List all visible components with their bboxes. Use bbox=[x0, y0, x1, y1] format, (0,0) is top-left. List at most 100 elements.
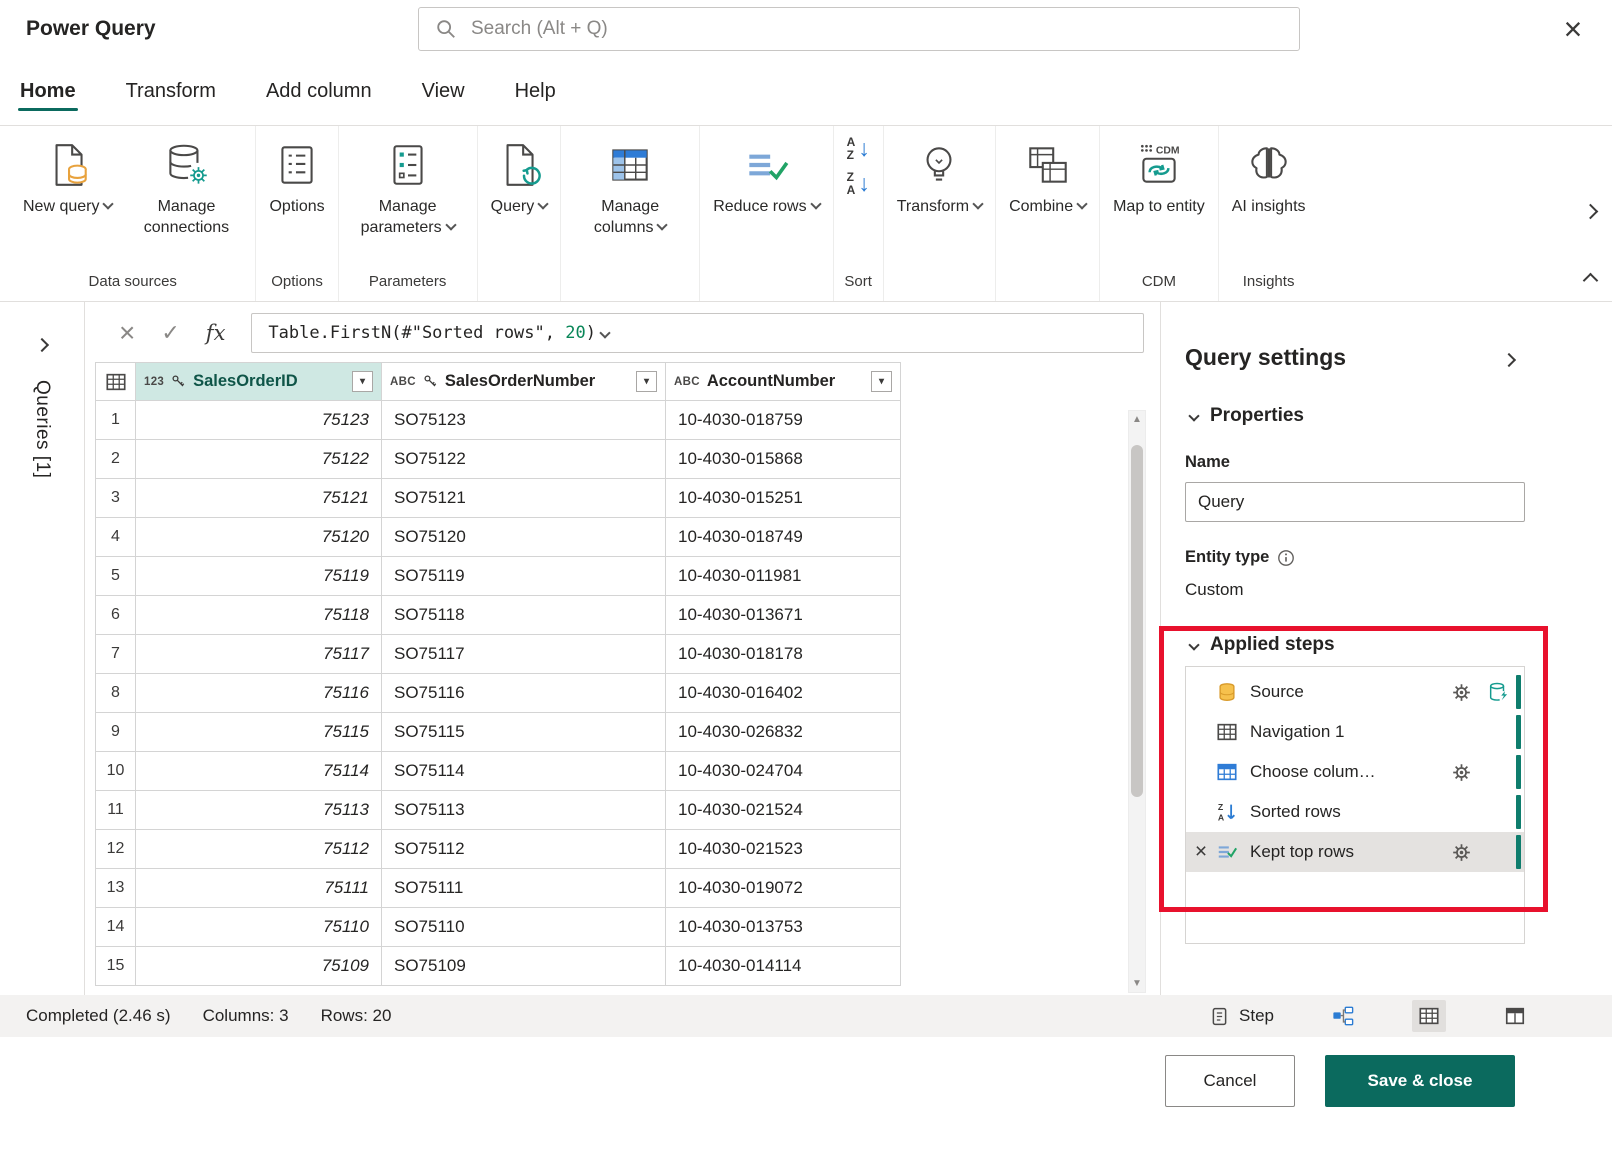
salesorderid-cell[interactable]: 75117 bbox=[136, 635, 382, 674]
salesorderid-cell[interactable]: 75123 bbox=[136, 401, 382, 440]
filter-dropdown-button[interactable]: ▾ bbox=[636, 371, 657, 392]
options-button[interactable]: Options bbox=[260, 134, 333, 224]
salesordernumber-cell[interactable]: SO75122 bbox=[382, 440, 666, 479]
map-to-entity-button[interactable]: Map to entity bbox=[1104, 134, 1214, 224]
info-icon[interactable] bbox=[1277, 549, 1295, 567]
row-number-cell[interactable]: 9 bbox=[96, 713, 136, 752]
scroll-down-arrow[interactable]: ▼ bbox=[1129, 978, 1145, 989]
row-number-cell[interactable]: 11 bbox=[96, 791, 136, 830]
query-button[interactable]: Query bbox=[482, 134, 557, 224]
ribbon-collapse-button[interactable] bbox=[1585, 273, 1596, 291]
accountnumber-cell[interactable]: 10-4030-013671 bbox=[666, 596, 901, 635]
select-all-cell[interactable] bbox=[96, 363, 136, 401]
manage-parameters-button[interactable]: Manage parameters bbox=[343, 134, 473, 245]
filter-dropdown-button[interactable]: ▾ bbox=[871, 371, 892, 392]
formula-expand-chevron[interactable] bbox=[599, 327, 610, 338]
collapse-panel-button[interactable] bbox=[1504, 352, 1514, 370]
salesorderid-cell[interactable]: 75121 bbox=[136, 479, 382, 518]
column-header-salesorderid[interactable]: 123 SalesOrderID ▾ bbox=[136, 363, 382, 401]
row-number-cell[interactable]: 14 bbox=[96, 908, 136, 947]
expand-queries-pane-button[interactable] bbox=[35, 338, 49, 352]
accountnumber-cell[interactable]: 10-4030-015251 bbox=[666, 479, 901, 518]
salesordernumber-cell[interactable]: SO75123 bbox=[382, 401, 666, 440]
delete-step-icon[interactable]: × bbox=[1186, 840, 1216, 864]
tab-add-column[interactable]: Add column bbox=[264, 58, 374, 125]
row-number-cell[interactable]: 1 bbox=[96, 401, 136, 440]
salesorderid-cell[interactable]: 75122 bbox=[136, 440, 382, 479]
search-input[interactable]: Search (Alt + Q) bbox=[418, 7, 1300, 51]
column-header-salesordernumber[interactable]: ABC SalesOrderNumber ▾ bbox=[382, 363, 666, 401]
row-number-cell[interactable]: 15 bbox=[96, 947, 136, 986]
row-number-cell[interactable]: 6 bbox=[96, 596, 136, 635]
tab-view[interactable]: View bbox=[420, 58, 467, 125]
row-number-cell[interactable]: 5 bbox=[96, 557, 136, 596]
salesorderid-cell[interactable]: 75113 bbox=[136, 791, 382, 830]
salesorderid-cell[interactable]: 75118 bbox=[136, 596, 382, 635]
data-view-button[interactable] bbox=[1412, 1000, 1446, 1032]
applied-step-sorted-rows[interactable]: Sorted rows bbox=[1186, 792, 1524, 832]
applied-step-choose-colum[interactable]: Choose colum… bbox=[1186, 752, 1524, 792]
salesordernumber-cell[interactable]: SO75116 bbox=[382, 674, 666, 713]
accountnumber-cell[interactable]: 10-4030-024704 bbox=[666, 752, 901, 791]
salesorderid-cell[interactable]: 75110 bbox=[136, 908, 382, 947]
schema-view-button[interactable] bbox=[1498, 1000, 1532, 1032]
save-and-close-button[interactable]: Save & close bbox=[1325, 1055, 1515, 1107]
accountnumber-cell[interactable]: 10-4030-013753 bbox=[666, 908, 901, 947]
applied-steps-section-header[interactable]: Applied steps bbox=[1185, 634, 1612, 656]
step-view-button[interactable]: Step bbox=[1209, 1006, 1274, 1027]
row-number-cell[interactable]: 2 bbox=[96, 440, 136, 479]
salesordernumber-cell[interactable]: SO75113 bbox=[382, 791, 666, 830]
salesordernumber-cell[interactable]: SO75109 bbox=[382, 947, 666, 986]
salesordernumber-cell[interactable]: SO75112 bbox=[382, 830, 666, 869]
close-window-button[interactable]: × bbox=[1552, 8, 1594, 50]
formula-accept-icon[interactable]: ✓ bbox=[161, 320, 179, 346]
ribbon-more-commands-button[interactable] bbox=[1585, 204, 1596, 222]
row-number-cell[interactable]: 4 bbox=[96, 518, 136, 557]
salesordernumber-cell[interactable]: SO75115 bbox=[382, 713, 666, 752]
query-name-input[interactable] bbox=[1185, 482, 1525, 522]
salesorderid-cell[interactable]: 75114 bbox=[136, 752, 382, 791]
row-number-cell[interactable]: 10 bbox=[96, 752, 136, 791]
accountnumber-cell[interactable]: 10-4030-014114 bbox=[666, 947, 901, 986]
salesorderid-cell[interactable]: 75119 bbox=[136, 557, 382, 596]
salesordernumber-cell[interactable]: SO75114 bbox=[382, 752, 666, 791]
filter-dropdown-button[interactable]: ▾ bbox=[352, 371, 373, 392]
accountnumber-cell[interactable]: 10-4030-026832 bbox=[666, 713, 901, 752]
formula-input[interactable]: Table.FirstN(#"Sorted rows", 20) bbox=[251, 313, 1144, 353]
row-number-cell[interactable]: 3 bbox=[96, 479, 136, 518]
source-connection-icon[interactable] bbox=[1481, 681, 1513, 703]
applied-step-navigation-1[interactable]: Navigation 1 bbox=[1186, 712, 1524, 752]
applied-step-kept-top-rows[interactable]: ×Kept top rows bbox=[1186, 832, 1524, 872]
accountnumber-cell[interactable]: 10-4030-018749 bbox=[666, 518, 901, 557]
salesordernumber-cell[interactable]: SO75117 bbox=[382, 635, 666, 674]
step-settings-gear-icon[interactable] bbox=[1451, 842, 1481, 863]
properties-section-header[interactable]: Properties bbox=[1185, 405, 1612, 427]
reduce-rows-button[interactable]: Reduce rows bbox=[704, 134, 828, 224]
sort-descending-button[interactable]: ZA ↓ bbox=[847, 171, 870, 196]
row-number-cell[interactable]: 13 bbox=[96, 869, 136, 908]
accountnumber-cell[interactable]: 10-4030-021523 bbox=[666, 830, 901, 869]
salesordernumber-cell[interactable]: SO75110 bbox=[382, 908, 666, 947]
step-settings-gear-icon[interactable] bbox=[1451, 682, 1481, 703]
salesorderid-cell[interactable]: 75112 bbox=[136, 830, 382, 869]
scrollbar-thumb[interactable] bbox=[1131, 445, 1143, 797]
new-query-button[interactable]: New query bbox=[14, 134, 121, 224]
row-number-cell[interactable]: 8 bbox=[96, 674, 136, 713]
queries-pane-title[interactable]: Queries [1] bbox=[31, 380, 53, 478]
salesordernumber-cell[interactable]: SO75120 bbox=[382, 518, 666, 557]
salesordernumber-cell[interactable]: SO75111 bbox=[382, 869, 666, 908]
column-header-accountnumber[interactable]: ABC AccountNumber ▾ bbox=[666, 363, 901, 401]
accountnumber-cell[interactable]: 10-4030-019072 bbox=[666, 869, 901, 908]
accountnumber-cell[interactable]: 10-4030-018178 bbox=[666, 635, 901, 674]
step-settings-gear-icon[interactable] bbox=[1451, 762, 1481, 783]
salesorderid-cell[interactable]: 75111 bbox=[136, 869, 382, 908]
accountnumber-cell[interactable]: 10-4030-021524 bbox=[666, 791, 901, 830]
row-number-cell[interactable]: 12 bbox=[96, 830, 136, 869]
cancel-button[interactable]: Cancel bbox=[1165, 1055, 1295, 1107]
accountnumber-cell[interactable]: 10-4030-018759 bbox=[666, 401, 901, 440]
diagram-view-button[interactable] bbox=[1326, 1000, 1360, 1032]
salesordernumber-cell[interactable]: SO75119 bbox=[382, 557, 666, 596]
salesordernumber-cell[interactable]: SO75118 bbox=[382, 596, 666, 635]
accountnumber-cell[interactable]: 10-4030-011981 bbox=[666, 557, 901, 596]
salesorderid-cell[interactable]: 75116 bbox=[136, 674, 382, 713]
